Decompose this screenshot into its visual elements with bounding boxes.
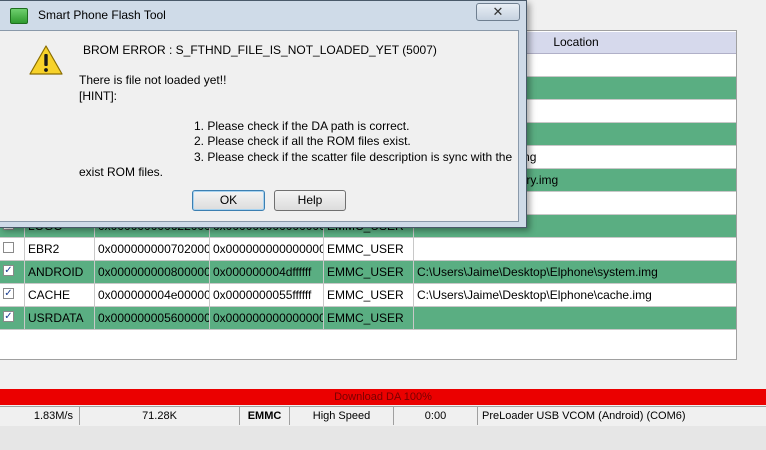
hint-line-3: 3. Please check if the scatter file desc… <box>194 150 513 164</box>
partition-name: USRDATA <box>25 307 95 329</box>
region: EMMC_USER <box>324 261 414 283</box>
partition-name: ANDROID <box>25 261 95 283</box>
partition-name: EBR2 <box>25 238 95 260</box>
row-checkbox[interactable] <box>3 242 14 253</box>
progress-label: Download DA 100% <box>334 391 432 403</box>
status-time: 0:00 <box>394 407 478 425</box>
file-location: C:\Users\Jaime\Desktop\Elphone\cache.img <box>417 288 652 302</box>
close-icon: ✕ <box>492 4 504 19</box>
row-checkbox-cell: ✓ <box>0 284 25 306</box>
end-address: 0x0000000000000000 <box>210 307 324 329</box>
table-row[interactable]: ✓ CACHE 0x000000004e000000 0x0000000055ffff… <box>0 284 736 307</box>
status-storage: EMMC <box>240 407 290 425</box>
error-title: BROM ERROR : S_FTHND_FILE_IS_NOT_LOADED_… <box>83 43 437 57</box>
row-checkbox[interactable]: ✓ <box>3 265 14 276</box>
status-bar: 1.83M/s 71.28K EMMC High Speed 0:00 PreL… <box>0 406 766 426</box>
region: EMMC_USER <box>324 238 414 260</box>
error-dialog: Smart Phone Flash Tool ✕ BROM ERROR : S_… <box>0 0 527 228</box>
row-checkbox[interactable]: ✓ <box>3 311 14 322</box>
dialog-title-bar[interactable]: Smart Phone Flash Tool ✕ <box>0 1 526 29</box>
row-checkbox-cell: ✓ <box>0 261 25 283</box>
dialog-body: BROM ERROR : S_FTHND_FILE_IS_NOT_LOADED_… <box>0 30 519 222</box>
close-button[interactable]: ✕ <box>476 3 520 21</box>
status-speed: 1.83M/s <box>0 407 80 425</box>
hint-line-2: 2. Please check if all the ROM files exi… <box>194 134 411 148</box>
hint-line-1: 1. Please check if the DA path is correc… <box>194 119 410 133</box>
file-location <box>414 238 736 260</box>
region: EMMC_USER <box>324 307 414 329</box>
window-bottom-strip <box>0 426 766 450</box>
end-address: 0x000000004dffffff <box>210 261 324 283</box>
begin-address: 0x0000000008000000 <box>95 261 210 283</box>
ok-button[interactable]: OK <box>192 190 265 211</box>
progress-bar: Download DA 100% <box>0 389 766 405</box>
row-checkbox-cell: ✓ <box>0 307 25 329</box>
status-port: PreLoader USB VCOM (Android) (COM6) <box>482 410 686 422</box>
table-row[interactable]: ✓ USRDATA 0x0000000056000000 0x000000000000… <box>0 307 736 330</box>
begin-address: 0x0000000007020000 <box>95 238 210 260</box>
begin-address: 0x0000000056000000 <box>95 307 210 329</box>
file-location: C:\Users\Jaime\Desktop\Elphone\system.im… <box>417 265 658 279</box>
table-row[interactable]: ✓ ANDROID 0x0000000008000000 0x000000004dff… <box>0 261 736 284</box>
row-checkbox[interactable]: ✓ <box>3 288 14 299</box>
row-checkbox-cell <box>0 238 25 260</box>
region: EMMC_USER <box>324 284 414 306</box>
end-address: 0x0000000000000000 <box>210 238 324 260</box>
partition-name: CACHE <box>25 284 95 306</box>
end-address: 0x0000000055ffffff <box>210 284 324 306</box>
status-usb-speed: High Speed <box>290 407 394 425</box>
hint-line-4: exist ROM files. <box>79 165 164 179</box>
dialog-title: Smart Phone Flash Tool <box>38 8 166 22</box>
status-size: 71.28K <box>80 407 240 425</box>
error-message: There is file not loaded yet!! <box>79 73 227 87</box>
warning-icon <box>29 45 63 75</box>
begin-address: 0x000000004e000000 <box>95 284 210 306</box>
hint-label: [HINT]: <box>79 89 117 103</box>
help-button[interactable]: Help <box>274 190 346 211</box>
file-location <box>414 307 736 329</box>
app-icon <box>10 8 28 24</box>
table-row[interactable]: EBR2 0x0000000007020000 0x0000000000000000… <box>0 238 736 261</box>
